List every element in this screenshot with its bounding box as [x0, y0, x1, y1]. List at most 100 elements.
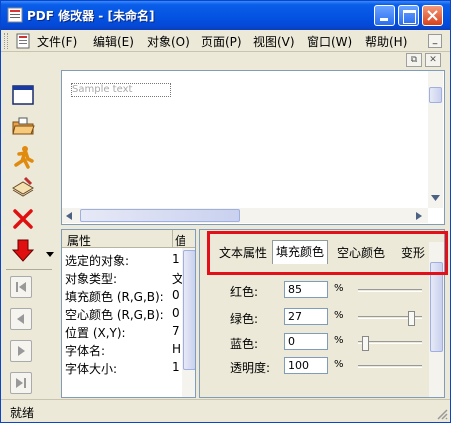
status-text: 就绪	[10, 406, 35, 420]
fill-properties-panel: 文本属性 填充颜色 空心颜色 变形 红色: 85 % 绿色: 27 % 蓝色: …	[199, 229, 445, 398]
menu-edit[interactable]: 编辑(E)	[93, 33, 134, 50]
opacity-slider[interactable]	[358, 365, 422, 368]
panel-scroll-thumb[interactable]	[430, 262, 443, 352]
canvas-vertical-scrollbar[interactable]	[428, 71, 443, 208]
blue-slider[interactable]	[358, 336, 422, 351]
mdi-caption-bar: ⧉ ✕	[1, 52, 450, 69]
runner-icon	[14, 146, 34, 169]
mdi-minimize-icon[interactable]: _	[428, 34, 442, 48]
property-list-scrollbar[interactable]	[182, 248, 195, 397]
menu-page[interactable]: 页面(P)	[201, 33, 242, 50]
red-field-row: 红色: 85 %	[230, 281, 430, 301]
move-down-tool[interactable]	[10, 237, 36, 263]
dropdown-arrow-icon[interactable]	[46, 252, 54, 258]
run-tool[interactable]	[10, 144, 36, 170]
blue-input[interactable]: 0	[284, 333, 328, 350]
toolbar-separator	[6, 269, 52, 270]
tab-text-properties[interactable]: 文本属性	[216, 242, 270, 262]
header-value[interactable]: 值	[175, 232, 185, 249]
menu-grip[interactable]	[4, 33, 8, 49]
document-icon[interactable]	[15, 33, 31, 49]
first-page-icon	[16, 282, 26, 292]
canvas-vscroll-thumb[interactable]	[429, 87, 442, 103]
menu-object[interactable]: 对象(O)	[147, 33, 190, 50]
tab-outline-color[interactable]: 空心颜色	[334, 242, 388, 262]
red-label: 红色:	[230, 285, 259, 299]
property-row[interactable]: 位置 (X,Y): 7	[62, 322, 182, 340]
property-list-header: 属性 值	[62, 230, 195, 249]
open-folder-icon	[12, 117, 35, 135]
open-tool[interactable]	[10, 113, 36, 139]
panel-scrollbar[interactable]	[429, 242, 444, 397]
blue-slider-thumb[interactable]	[362, 336, 369, 351]
red-slider[interactable]	[358, 289, 422, 292]
property-row[interactable]: 对象类型: 文	[62, 268, 182, 286]
property-scroll-thumb[interactable]	[183, 250, 195, 370]
green-slider[interactable]	[358, 311, 422, 326]
menu-view[interactable]: 视图(V)	[253, 33, 295, 50]
red-percent-label: %	[334, 283, 344, 294]
prev-page-button[interactable]	[10, 308, 32, 330]
blue-percent-label: %	[334, 335, 344, 346]
last-page-button[interactable]	[10, 372, 32, 394]
green-input[interactable]: 27	[284, 308, 328, 325]
prev-page-icon	[17, 314, 24, 324]
close-button[interactable]	[422, 5, 443, 26]
document-canvas[interactable]: Sample text	[61, 70, 445, 225]
mdi-close-button[interactable]: ✕	[425, 53, 441, 67]
next-page-button[interactable]	[10, 340, 32, 362]
red-input[interactable]: 85	[284, 281, 328, 298]
last-page-icon	[16, 378, 26, 388]
first-page-button[interactable]	[10, 276, 32, 298]
header-property[interactable]: 属性	[67, 232, 91, 249]
title-bar[interactable]: PDF 修改器 - [未命名]	[1, 1, 450, 30]
tab-fill-color[interactable]: 填充颜色	[272, 240, 329, 264]
opacity-percent-label: %	[334, 359, 344, 370]
menu-window[interactable]: 窗口(W)	[307, 33, 352, 50]
green-field-row: 绿色: 27 %	[230, 308, 430, 328]
next-page-icon	[18, 346, 25, 356]
tab-transform[interactable]: 变形	[398, 242, 428, 262]
new-window-tool[interactable]	[10, 82, 36, 108]
edit-tool[interactable]	[10, 174, 36, 200]
window-icon	[12, 85, 34, 105]
status-bar: 就绪	[1, 399, 450, 422]
app-icon	[7, 7, 23, 23]
canvas-hscroll-thumb[interactable]	[80, 209, 240, 222]
scroll-left-icon[interactable]	[66, 212, 72, 220]
menu-file[interactable]: 文件(F)	[37, 33, 77, 50]
property-row[interactable]: 选定的对象: 1	[62, 250, 182, 268]
blue-label: 蓝色:	[230, 337, 259, 351]
left-toolbar	[2, 70, 57, 398]
panel-tab-strip: 文本属性 填充颜色 空心颜色 变形	[212, 240, 436, 264]
canvas-horizontal-scrollbar[interactable]	[62, 208, 428, 223]
property-row[interactable]: 字体名: H	[62, 340, 182, 358]
property-row[interactable]: 字体大小: 1	[62, 358, 182, 376]
green-slider-thumb[interactable]	[408, 311, 415, 326]
opacity-input[interactable]: 100	[284, 357, 328, 374]
delete-tool[interactable]	[10, 206, 36, 232]
book-pencil-icon	[12, 176, 34, 197]
blue-field-row: 蓝色: 0 %	[230, 333, 430, 353]
menu-bar: 文件(F) 编辑(E) 对象(O) 页面(P) 视图(V) 窗口(W) 帮助(H…	[1, 30, 450, 52]
app-window: PDF 修改器 - [未命名] 文件(F) 编辑(E) 对象(O) 页面(P) …	[0, 0, 451, 423]
scroll-right-icon[interactable]	[416, 212, 422, 220]
scroll-down-icon[interactable]	[431, 195, 440, 201]
maximize-button[interactable]	[398, 5, 419, 26]
green-percent-label: %	[334, 310, 344, 321]
opacity-field-row: 透明度: 100 %	[230, 357, 430, 377]
window-title: PDF 修改器 - [未命名]	[27, 9, 155, 23]
header-divider[interactable]	[172, 230, 173, 248]
menu-help[interactable]: 帮助(H)	[365, 33, 407, 50]
close-icon	[427, 10, 438, 21]
minimize-button[interactable]	[374, 5, 395, 26]
delete-x-icon	[13, 209, 33, 229]
down-arrow-icon	[12, 239, 34, 262]
selected-text-object[interactable]: Sample text	[71, 83, 171, 97]
property-list: 属性 值 选定的对象: 1 对象类型: 文 填充颜色 (R,G,B): 0 空心…	[61, 229, 196, 398]
opacity-label: 透明度:	[230, 361, 271, 375]
mdi-restore-button[interactable]: ⧉	[406, 53, 422, 67]
resize-grip-icon[interactable]	[436, 408, 448, 420]
property-row[interactable]: 空心颜色 (R,G,B): 0	[62, 304, 182, 322]
property-row[interactable]: 填充颜色 (R,G,B): 0	[62, 286, 182, 304]
